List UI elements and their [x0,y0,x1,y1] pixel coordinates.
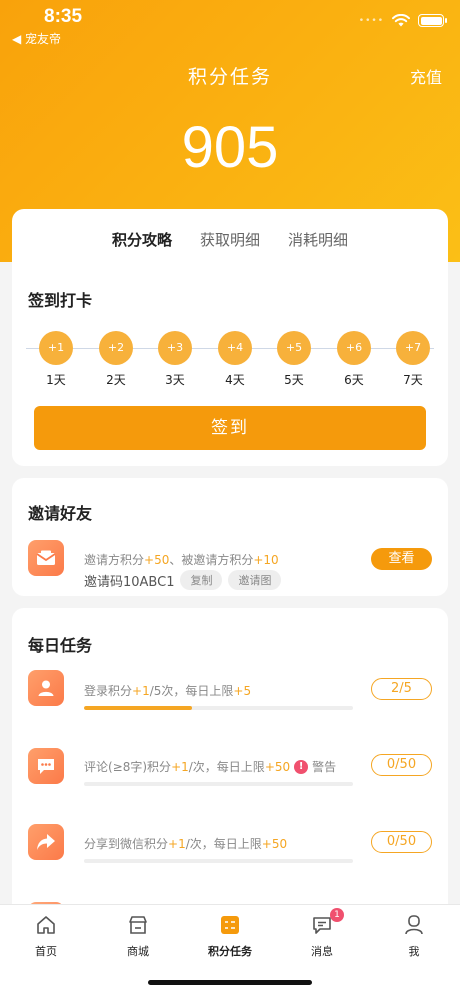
daily-tasks-title: 每日任务 [28,636,93,655]
task-description: 登录积分+1/5次，每日上限+5 [84,684,252,698]
invite-image-button[interactable]: 邀请图 [228,570,282,590]
checkin-day: +1 1天 [39,331,73,388]
comment-icon [28,748,64,784]
invite-code-row: 邀请码10ABC1 复制 邀请图 [84,570,282,590]
task-progress-bar [84,782,353,786]
reward-coin: +4 [218,331,252,365]
task-progress-bar [84,859,353,863]
task-description: 评论(≥8字)积分+1/次，每日上限+50 ! 警告 [84,758,337,775]
day-label: 5天 [284,373,304,387]
checkin-card: 积分攻略 获取明细 消耗明细 签到打卡 +1 1天 +2 2天 +3 3天 +4 4天 … [12,209,448,466]
reward-coin: +3 [158,331,192,365]
warning-label[interactable]: 警告 [312,758,336,775]
points-task-icon [221,916,239,934]
store-icon [129,916,147,934]
day-label: 7天 [403,373,423,387]
reward-coin: +2 [99,331,133,365]
status-bar: 8:35 ◀ 宠友帝 •••• [0,0,460,50]
tabbar-item-profile[interactable]: 我 [376,913,452,959]
tabbar-item-home[interactable]: 首页 [8,913,84,959]
task-progress-bar [84,706,353,710]
invite-code: 邀请码10ABC1 [84,574,175,590]
checkin-day: +3 3天 [158,331,192,388]
points-balance: 905 [181,115,279,180]
home-indicator [148,980,312,985]
user-icon [28,670,64,706]
tabbar-item-points-task[interactable]: 积分任务 [192,913,268,959]
invite-title: 邀请好友 [28,504,93,523]
tabbar-item-messages[interactable]: 1 消息 [284,908,360,959]
reward-coin: +7 [396,331,430,365]
warning-icon: ! [294,759,309,774]
task-description: 分享到微信积分+1/次，每日上限+50 [84,837,288,851]
profile-icon [405,915,423,935]
points-tabs: 积分攻略 获取明细 消耗明细 [12,229,448,250]
day-label: 1天 [46,373,66,387]
day-label: 4天 [225,373,245,387]
reward-coin: +6 [337,331,371,365]
tabbar-label: 我 [408,945,420,958]
tab-spending-details[interactable]: 消耗明细 [288,229,348,250]
status-time: 8:35 [44,6,83,27]
day-label: 6天 [344,373,364,387]
envelope-icon [28,540,64,576]
status-icons: •••• [358,14,447,27]
copy-code-button[interactable]: 复制 [180,570,223,590]
task-progress-pill[interactable]: 0/50 [371,831,432,853]
share-icon [28,824,64,860]
back-to-app-link[interactable]: ◀ 宠友帝 [12,30,61,47]
checkin-day: +5 5天 [277,331,311,388]
signal-icon: •••• [358,15,384,26]
message-badge: 1 [330,908,344,922]
page-title: 积分任务 [187,66,272,88]
checkin-day: +7 7天 [396,331,430,388]
wifi-icon [392,14,410,27]
invite-card: 邀请好友 邀请方积分+50、被邀请方积分+10 邀请码10ABC1 复制 邀请图… [12,478,448,596]
daily-tasks-card: 每日任务 登录积分+1/5次，每日上限+5 2/5 评论(≥8字)积分+1/次，… [12,608,448,928]
battery-icon [418,14,447,27]
tabbar-label: 积分任务 [208,945,252,958]
view-invites-button[interactable]: 查看 [371,548,432,570]
tabbar-label: 商城 [127,945,149,958]
reward-coin: +5 [277,331,311,365]
tabbar-label: 消息 [311,945,333,958]
tab-earning-details[interactable]: 获取明细 [200,229,260,250]
task-progress-pill[interactable]: 0/50 [371,754,432,776]
checkin-title: 签到打卡 [28,291,93,310]
recharge-button[interactable]: 充值 [410,64,442,88]
task-progress-pill[interactable]: 2/5 [371,678,432,700]
checkin-day: +6 6天 [337,331,371,388]
invite-reward-text: 邀请方积分+50、被邀请方积分+10 [84,553,279,567]
day-label: 2天 [106,373,126,387]
checkin-day: +4 4天 [218,331,252,388]
tab-points-guide[interactable]: 积分攻略 [112,229,172,250]
reward-coin: +1 [39,331,73,365]
task-progress-fill [84,706,192,710]
home-icon [37,916,55,934]
tabbar-label: 首页 [35,945,57,958]
checkin-day: +2 2天 [99,331,133,388]
tabbar-item-store[interactable]: 商城 [100,913,176,959]
day-label: 3天 [165,373,185,387]
sign-in-button[interactable]: 签到 [34,406,426,450]
